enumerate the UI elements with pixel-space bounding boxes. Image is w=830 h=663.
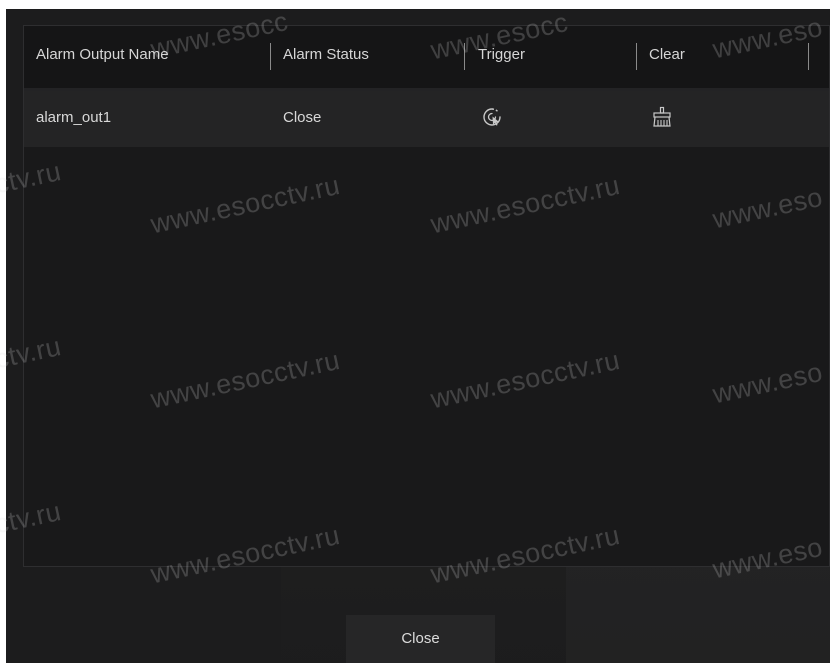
table-header: Alarm Output Name Alarm Status Trigger C… xyxy=(24,26,829,91)
column-divider[interactable] xyxy=(636,43,637,70)
column-divider[interactable] xyxy=(808,43,809,70)
alarm-output-table: Alarm Output Name Alarm Status Trigger C… xyxy=(23,25,830,567)
column-divider[interactable] xyxy=(270,43,271,70)
table-row[interactable]: alarm_out1 Close xyxy=(24,91,829,147)
broom-clear-icon[interactable] xyxy=(650,105,674,129)
alarm-output-dialog: Alarm Output Name Alarm Status Trigger C… xyxy=(6,9,830,663)
column-header-clear[interactable]: Clear xyxy=(649,26,685,88)
column-header-alarm-status[interactable]: Alarm Status xyxy=(283,26,369,88)
alarm-output-name-cell: alarm_out1 xyxy=(36,109,112,126)
close-button[interactable]: Close xyxy=(346,615,495,663)
alarm-status-cell: Close xyxy=(283,109,322,126)
trigger-icon[interactable] xyxy=(480,105,504,129)
